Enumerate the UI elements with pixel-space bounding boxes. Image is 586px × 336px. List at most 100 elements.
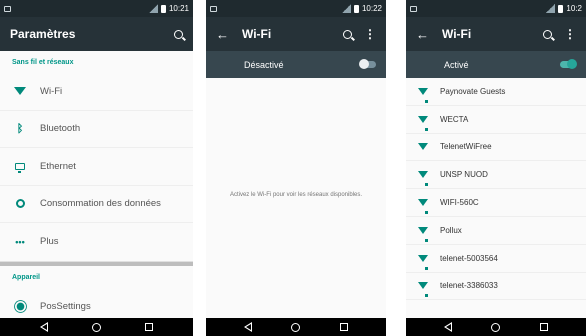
back-nav-icon[interactable] xyxy=(40,322,48,332)
navigation-bar xyxy=(206,318,386,336)
settings-item-bluetooth[interactable]: ᛒ Bluetooth xyxy=(0,111,193,148)
page-title: Wi-Fi xyxy=(242,27,272,41)
switch-knob xyxy=(567,59,577,69)
status-bar: 10:21 xyxy=(0,0,193,17)
status-time: 10:2 xyxy=(566,4,582,13)
notification-icon xyxy=(410,5,417,12)
search-icon[interactable] xyxy=(543,29,552,39)
settings-item-more[interactable]: ••• Plus xyxy=(0,223,193,261)
screenshot-collage: 10:21 Paramètres Sans fil et réseaux Wi-… xyxy=(0,0,586,336)
settings-item-data-usage[interactable]: Consommation des données xyxy=(0,186,193,223)
network-name: telenet-5003564 xyxy=(440,253,498,263)
notification-icon xyxy=(210,5,217,12)
settings-item-wifi[interactable]: Wi-Fi xyxy=(0,73,193,111)
signal-icon xyxy=(341,4,351,13)
navigation-bar xyxy=(406,318,586,336)
recents-nav-icon[interactable] xyxy=(540,323,549,331)
signal-icon xyxy=(148,4,158,13)
network-item[interactable]: WIFI-560C xyxy=(406,189,586,217)
status-time: 10:22 xyxy=(361,4,382,13)
recents-nav-icon[interactable] xyxy=(340,323,349,331)
wifi-icon xyxy=(14,87,26,96)
wifi-signal-icon xyxy=(418,282,428,290)
settings-item-label: Wi-Fi xyxy=(40,85,63,97)
settings-item-label: Bluetooth xyxy=(40,123,81,135)
battery-icon xyxy=(353,4,359,13)
status-bar: 10:22 xyxy=(206,0,386,17)
wifi-toggle-row[interactable]: Activé xyxy=(406,51,586,78)
more-dots-icon: ••• xyxy=(15,236,25,247)
settings-screen: 10:21 Paramètres Sans fil et réseaux Wi-… xyxy=(0,0,193,336)
settings-item-label: Ethernet xyxy=(40,160,76,172)
section-header-device: Appareil xyxy=(12,273,41,281)
lock-icon xyxy=(425,211,428,215)
wifi-toggle-switch[interactable] xyxy=(359,59,376,69)
status-time: 10:21 xyxy=(168,4,189,13)
battery-icon xyxy=(558,4,564,13)
ethernet-icon xyxy=(15,162,25,173)
recents-nav-icon[interactable] xyxy=(145,323,153,331)
back-arrow-icon[interactable]: ← xyxy=(216,27,242,42)
section-header-wireless: Sans fil et réseaux xyxy=(12,59,74,66)
wifi-signal-icon xyxy=(418,254,428,262)
lock-icon xyxy=(425,294,428,298)
notification-icon xyxy=(4,5,11,12)
gear-icon xyxy=(16,302,24,311)
home-nav-icon[interactable] xyxy=(92,322,101,332)
wifi-signal-icon xyxy=(418,115,428,123)
lock-icon xyxy=(425,183,428,187)
network-item[interactable]: telenet-3386033 xyxy=(406,273,586,301)
network-name: Paynovate Guests xyxy=(440,86,506,96)
app-bar: ← Wi-Fi ⋮ xyxy=(406,17,586,51)
app-bar: Paramètres xyxy=(0,17,193,51)
search-icon[interactable] xyxy=(174,29,183,39)
battery-icon xyxy=(160,4,166,13)
search-icon[interactable] xyxy=(343,29,352,39)
wifi-signal-icon xyxy=(418,226,428,234)
network-item[interactable]: UNSP NUOD xyxy=(406,161,586,190)
wifi-signal-icon xyxy=(418,87,428,95)
wifi-signal-icon xyxy=(418,143,428,151)
wifi-signal-icon xyxy=(418,171,428,179)
network-list: Paynovate Guests WECTA TelenetWiFree UNS… xyxy=(406,78,586,301)
home-nav-icon[interactable] xyxy=(491,322,501,332)
overflow-menu-icon[interactable]: ⋮ xyxy=(564,28,576,40)
network-item[interactable]: TelenetWiFree xyxy=(406,134,586,162)
wifi-toggle-label: Désactivé xyxy=(244,59,284,70)
bluetooth-icon: ᛒ xyxy=(16,122,24,135)
network-item[interactable]: telenet-5003564 xyxy=(406,245,586,273)
settings-item-label: Plus xyxy=(40,236,59,248)
network-name: WECTA xyxy=(440,114,469,124)
wifi-off-screen: 10:22 ← Wi-Fi ⋮ Désactivé Activez le Wi-… xyxy=(206,0,386,336)
app-bar: ← Wi-Fi ⋮ xyxy=(206,17,386,51)
signal-icon xyxy=(546,4,556,13)
settings-item-label: Consommation des données xyxy=(40,198,161,210)
wifi-toggle-row[interactable]: Désactivé xyxy=(206,51,386,78)
network-item[interactable]: Paynovate Guests xyxy=(406,78,586,106)
network-item[interactable]: Pollux xyxy=(406,217,586,245)
lock-icon xyxy=(425,99,428,103)
lock-icon xyxy=(425,266,428,270)
network-name: TelenetWiFree xyxy=(440,142,492,152)
status-bar: 10:2 xyxy=(406,0,586,17)
network-name: Pollux xyxy=(440,225,462,235)
navigation-bar xyxy=(0,318,193,336)
network-name: telenet-3386033 xyxy=(440,281,498,291)
back-nav-icon[interactable] xyxy=(243,322,252,332)
overflow-menu-icon[interactable]: ⋮ xyxy=(364,28,376,40)
network-name: UNSP NUOD xyxy=(440,170,488,180)
wifi-signal-icon xyxy=(418,199,428,207)
data-usage-icon xyxy=(15,199,25,209)
wifi-off-message: Activez le Wi-Fi pour voir les réseaux d… xyxy=(229,192,363,198)
back-nav-icon[interactable] xyxy=(443,322,452,332)
switch-knob xyxy=(359,59,369,69)
settings-item-ethernet[interactable]: Ethernet xyxy=(0,148,193,186)
settings-item-label: PosSettings xyxy=(40,300,91,312)
back-arrow-icon[interactable]: ← xyxy=(416,27,442,42)
home-nav-icon[interactable] xyxy=(291,322,301,332)
network-item[interactable]: WECTA xyxy=(406,106,586,134)
wifi-toggle-switch[interactable] xyxy=(560,59,577,69)
lock-icon xyxy=(425,238,428,242)
network-name: WIFI-560C xyxy=(440,198,479,208)
lock-icon xyxy=(425,127,428,131)
